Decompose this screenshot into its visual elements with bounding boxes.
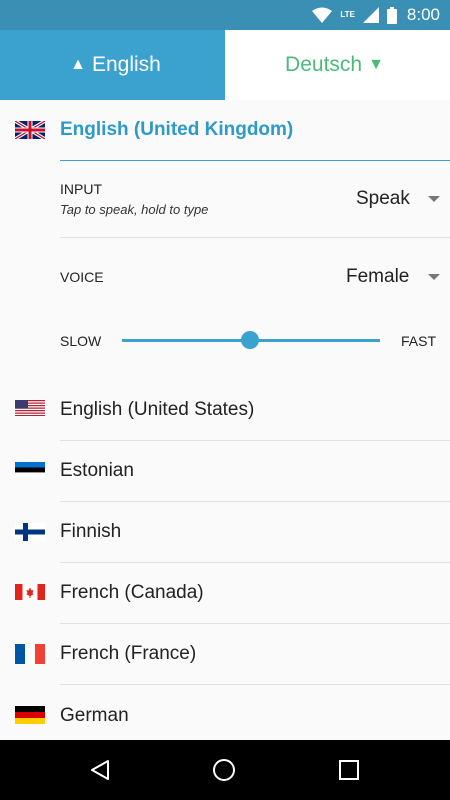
slow-label: SLOW: [60, 333, 102, 349]
language-label: English (United States): [60, 399, 255, 420]
selected-language-row[interactable]: English (United Kingdom): [0, 100, 450, 161]
back-icon[interactable]: [88, 758, 112, 782]
input-hint: Tap to speak, hold to type: [60, 202, 209, 217]
voice-value: Female: [346, 266, 410, 287]
input-mode-dropdown[interactable]: Speak: [340, 161, 450, 238]
network-type: LTE: [340, 10, 355, 19]
home-icon[interactable]: [212, 758, 236, 782]
uk-flag-icon: [15, 121, 45, 139]
dropdown-arrow-icon: [428, 196, 440, 202]
up-arrow-icon: ▲: [70, 56, 86, 73]
language-label: Estonian: [60, 460, 134, 481]
finland-flag-icon: [15, 523, 45, 541]
signal-icon: [362, 7, 379, 23]
source-language-label: English: [91, 53, 161, 76]
dropdown-arrow-icon: [428, 274, 440, 280]
language-list: English (United Kingdom) INPUT Tap to sp…: [0, 100, 450, 740]
input-setting-row: INPUT Tap to speak, hold to type Speak: [0, 161, 450, 238]
voice-dropdown[interactable]: Female: [330, 238, 450, 316]
status-bar: LTE 8:00: [0, 0, 450, 30]
language-item-french-canada[interactable]: French (Canada): [0, 563, 450, 624]
france-flag-icon: [15, 644, 45, 664]
source-language-tab[interactable]: ▲ English: [0, 30, 225, 100]
language-tabs: ▲ English Deutsch ▼: [0, 30, 450, 100]
language-item-german[interactable]: German: [0, 685, 450, 740]
language-item-estonian[interactable]: Estonian: [0, 441, 450, 502]
language-item-french-france[interactable]: French (France): [0, 624, 450, 685]
battery-icon: [386, 6, 397, 24]
target-language-tab[interactable]: Deutsch ▼: [225, 30, 450, 100]
canada-flag-icon: [15, 584, 45, 600]
speed-setting-row: SLOW FAST: [0, 316, 450, 380]
down-arrow-icon: ▼: [368, 56, 384, 73]
wifi-icon: [312, 7, 333, 23]
selected-language-label: English (United Kingdom): [60, 119, 294, 140]
target-language-label: Deutsch: [285, 53, 363, 76]
recents-icon[interactable]: [338, 759, 360, 781]
language-label: French (Canada): [60, 582, 204, 603]
voice-setting-row: VOICE Female: [0, 238, 450, 316]
germany-flag-icon: [15, 706, 45, 724]
navigation-bar: [0, 740, 450, 800]
language-label: French (France): [60, 643, 197, 664]
language-label: German: [60, 705, 129, 726]
us-flag-icon: [15, 400, 45, 416]
language-item-finnish[interactable]: Finnish: [0, 502, 450, 563]
slider-thumb[interactable]: [241, 331, 259, 349]
fast-label: FAST: [401, 333, 437, 349]
status-icons: LTE 8:00: [312, 0, 440, 30]
clock: 8:00: [406, 5, 440, 24]
speed-slider[interactable]: [120, 328, 380, 352]
voice-label: VOICE: [60, 269, 104, 285]
input-mode-value: Speak: [356, 188, 410, 209]
language-item-english-us[interactable]: English (United States): [0, 380, 450, 441]
input-label: INPUT: [60, 181, 102, 197]
language-label: Finnish: [60, 521, 122, 542]
estonia-flag-icon: [15, 462, 45, 478]
